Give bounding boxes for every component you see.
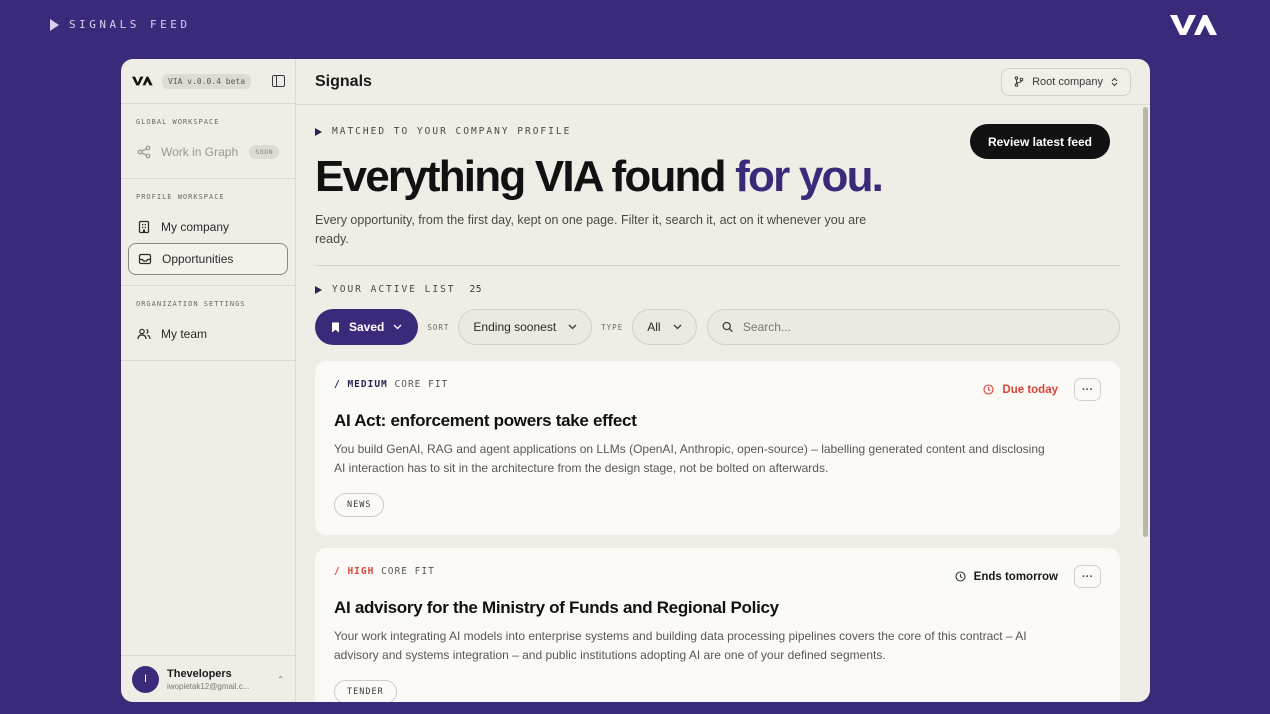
sidebar-section-profile: PROFILE WORKSPACE My company Opportuniti… [121, 179, 295, 286]
card-title[interactable]: AI advisory for the Ministry of Funds an… [334, 598, 1101, 618]
sidebar-item-label: Opportunities [162, 252, 234, 266]
user-name: Thevelopers [167, 667, 232, 680]
clock-icon [983, 384, 994, 395]
sort-select[interactable]: Ending soonest [458, 309, 593, 345]
scrollbar[interactable] [1143, 107, 1148, 537]
card-title[interactable]: AI Act: enforcement powers take effect [334, 411, 1101, 431]
search-box[interactable] [706, 309, 1120, 345]
status-text: Due today [1002, 383, 1058, 396]
status-text: Ends tomorrow [973, 570, 1058, 583]
card-description: Your work integrating AI models into ent… [334, 629, 1027, 662]
section-title: GLOBAL WORKSPACE [136, 118, 220, 126]
team-icon [137, 328, 151, 340]
chevron-updown-icon [1111, 77, 1118, 86]
hero-eyebrow-text: MATCHED TO YOUR COMPANY PROFILE [332, 126, 572, 137]
divider [315, 265, 1120, 266]
chevron-down-icon [393, 324, 402, 330]
page-title: Signals [315, 72, 372, 90]
play-icon [50, 18, 59, 31]
card-status: Due today ··· [983, 378, 1101, 401]
more-icon[interactable]: ··· [1074, 565, 1101, 588]
building-icon [138, 220, 150, 234]
sidebar-item-opportunities[interactable]: Opportunities [128, 243, 288, 275]
sidebar: VIA v.0.0.4 beta GLOBAL WORKSPACE Work i… [121, 59, 296, 702]
sidebar-item-my-company[interactable]: My company [128, 211, 288, 243]
chevron-updown-icon: ⌃ [277, 674, 284, 684]
fit-level: MEDIUM [347, 379, 388, 390]
fit-text: CORE FIT [374, 566, 435, 577]
fit-prefix: / [334, 566, 348, 577]
sort-label: SORT [427, 322, 450, 332]
play-icon [315, 127, 322, 136]
bookmark-icon [332, 322, 339, 332]
avatar: I [132, 665, 159, 693]
page-label-text: SIGNALS FEED [69, 18, 191, 31]
hero-title-main: Everything VIA found [315, 152, 736, 201]
company-select[interactable]: Root company [1001, 67, 1131, 96]
company-select-value: Root company [1032, 75, 1103, 88]
sidebar-item-label: Work in Graph [161, 145, 239, 159]
clock-icon [955, 571, 966, 582]
sidebar-item-work-in-graph[interactable]: Work in Graph SOON [128, 136, 288, 168]
sidebar-section-organization: ORGANIZATION SETTINGS My team [121, 286, 295, 361]
active-list-count: 25 [469, 284, 482, 295]
version-badge: VIA v.0.0.4 beta [162, 73, 252, 89]
page-label: SIGNALS FEED [50, 18, 190, 31]
saved-label: Saved [349, 320, 385, 334]
sidebar-item-label: My company [161, 220, 230, 234]
signal-card[interactable]: / MEDIUM CORE FIT Due today ··· AI Act: … [315, 361, 1120, 535]
user-menu[interactable]: I Thevelopers iwopietak12@gmail.c... ⌃ [121, 655, 295, 702]
search-icon [722, 321, 733, 333]
fit-level: HIGH [347, 566, 375, 577]
type-select[interactable]: All [632, 309, 697, 345]
app-window: VIA v.0.0.4 beta GLOBAL WORKSPACE Work i… [121, 59, 1150, 702]
filter-bar: Saved SORT Ending soonest TYPE All [315, 309, 1120, 345]
section-title: PROFILE WORKSPACE [136, 193, 225, 201]
card-tag: TENDER [334, 680, 397, 702]
card-tag: NEWS [334, 493, 385, 517]
branch-icon [1014, 76, 1024, 87]
search-input[interactable] [742, 320, 1105, 334]
hero-lead: Every opportunity, from the first day, k… [315, 213, 867, 246]
main-header: Signals Root company [296, 59, 1150, 105]
active-list-text: YOUR ACTIVE LIST [332, 284, 456, 295]
soon-badge: SOON [249, 145, 279, 159]
sort-value: Ending soonest [473, 320, 557, 334]
active-list-label: YOUR ACTIVE LIST 25 [315, 284, 1120, 295]
type-value: All [647, 320, 661, 334]
hero-title-accent: for you. [735, 152, 884, 201]
card-status: Ends tomorrow ··· [955, 565, 1101, 588]
via-logo-icon [1170, 15, 1217, 35]
user-info: Thevelopers iwopietak12@gmail.c... [167, 668, 249, 691]
user-email: iwopietak12@gmail.c... [167, 681, 250, 691]
saved-filter-button[interactable]: Saved [315, 309, 419, 345]
hero-title: Everything VIA found for you. [315, 153, 1120, 201]
via-logo-icon[interactable] [132, 75, 154, 87]
more-icon[interactable]: ··· [1074, 378, 1101, 401]
graph-icon [137, 145, 151, 159]
fit-prefix: / [334, 379, 348, 390]
sidebar-section-global: GLOBAL WORKSPACE Work in Graph SOON [121, 104, 295, 179]
inbox-icon [138, 253, 152, 265]
signal-card[interactable]: / HIGH CORE FIT Ends tomorrow ··· AI adv… [315, 548, 1120, 702]
chevron-down-icon [568, 324, 577, 330]
panel-toggle-icon[interactable] [272, 75, 285, 87]
content: MATCHED TO YOUR COMPANY PROFILE Review l… [315, 105, 1120, 702]
sidebar-header: VIA v.0.0.4 beta [121, 59, 295, 104]
review-latest-feed-button[interactable]: Review latest feed [969, 124, 1110, 159]
chevron-down-icon [673, 324, 682, 330]
section-title: ORGANIZATION SETTINGS [136, 300, 246, 308]
main-panel: Signals Root company MATCHED TO YOUR COM… [296, 59, 1150, 702]
type-label: TYPE [601, 322, 624, 332]
card-description: You build GenAI, RAG and agent applicati… [334, 442, 1045, 475]
sidebar-item-label: My team [161, 327, 208, 341]
fit-text: CORE FIT [387, 379, 449, 390]
sidebar-item-my-team[interactable]: My team [128, 318, 288, 350]
play-icon [315, 285, 322, 294]
